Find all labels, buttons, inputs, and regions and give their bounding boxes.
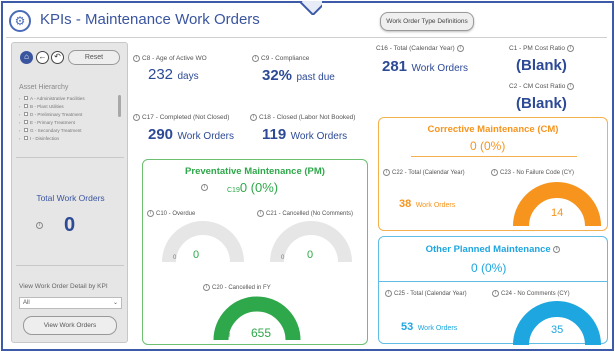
c9-label: i C9 - Compliance — [252, 55, 309, 62]
c21-label: i C21 - Cancelled (No Comments) — [257, 210, 353, 217]
info-icon[interactable]: i — [203, 284, 210, 291]
op-pct: 0 (0%) — [471, 261, 507, 275]
c2-label: C2 - CM Cost Ratio i — [509, 83, 575, 90]
cm-divider — [411, 156, 577, 157]
c23-value: 14 — [551, 207, 564, 219]
asset-item[interactable]: › I - Disinfection — [19, 134, 122, 142]
info-icon[interactable]: i — [133, 55, 140, 62]
cm-pct: 0 (0%) — [470, 139, 506, 153]
c21-min: 0 — [281, 255, 285, 261]
c20-value: 655 — [251, 326, 272, 340]
kpi-detail-select[interactable]: All ⌄ — [19, 297, 122, 309]
c18-label: i C18 - Closed (Labor Not Booked) — [250, 114, 355, 121]
checkbox[interactable] — [24, 96, 28, 100]
home-icon[interactable]: ⌂ — [20, 51, 33, 64]
c10-min: 0 — [173, 255, 177, 261]
cm-title: Corrective Maintenance (CM) — [427, 124, 559, 135]
pm-card: Preventative Maintenance (PM) i C190 (0%… — [142, 159, 368, 345]
c25-value: 53 Work Orders — [401, 321, 458, 333]
cm-card: Corrective Maintenance (CM) 0 (0%) i C22 … — [378, 117, 608, 231]
checkbox[interactable] — [24, 120, 28, 124]
c25-label: i C25 - Total (Calendar Year) — [385, 290, 467, 297]
asset-list-scrollbar[interactable] — [118, 95, 121, 117]
other-planned-card: Other Planned Maintenance i 0 (0%) i C25 … — [378, 236, 608, 345]
checkbox[interactable] — [24, 104, 28, 108]
c24-value: 35 — [551, 324, 564, 336]
c17-value: 290 Work Orders — [148, 126, 234, 143]
c22-value: 38 Work Orders — [399, 198, 456, 210]
info-icon[interactable]: i — [491, 169, 498, 176]
c20-label: i C20 - Cancelled in FY — [203, 284, 271, 291]
info-icon[interactable]: i — [383, 169, 390, 176]
info-icon[interactable]: i — [553, 245, 561, 253]
c1-value: (Blank) — [516, 57, 567, 74]
back-arrow-icon[interactable]: ← — [36, 51, 49, 64]
info-icon[interactable]: i — [250, 114, 257, 121]
c23-gauge — [513, 182, 601, 227]
c2-value: (Blank) — [516, 95, 567, 112]
c8-value: 232 days — [148, 66, 199, 83]
info-icon[interactable]: i — [385, 290, 392, 297]
c16-value: 281 Work Orders — [382, 58, 468, 75]
checkbox[interactable] — [24, 112, 28, 116]
c21-value: 0 — [307, 249, 314, 261]
info-icon[interactable]: i — [492, 290, 499, 297]
total-work-orders-label: Total Work Orders — [36, 193, 105, 203]
c10-label: i C10 - Overdue — [147, 210, 195, 217]
c8-label: i C8 - Age of Active WO — [133, 55, 207, 62]
reset-button[interactable]: Reset — [68, 50, 120, 65]
info-icon[interactable]: i — [201, 184, 208, 191]
asset-hierarchy-list[interactable]: › A - Administrative Facilities › B - Plan… — [19, 94, 122, 150]
checkbox[interactable] — [24, 136, 28, 140]
asset-item[interactable]: › G - Secondary Treatment — [19, 126, 122, 134]
info-icon[interactable]: i — [567, 45, 574, 52]
info-icon[interactable]: i — [133, 114, 140, 121]
filter-sidebar: ⌂ ← ↶ Reset Asset Hierarchy › A - Adminis… — [11, 42, 128, 343]
maintenance-icon: ⚙ — [9, 10, 31, 32]
info-icon[interactable]: i — [567, 83, 575, 90]
info-icon[interactable]: i — [147, 210, 154, 217]
asset-item[interactable]: › A - Administrative Facilities — [19, 94, 122, 102]
pm-c19: C190 (0%) — [227, 180, 279, 195]
info-icon[interactable]: i — [36, 222, 43, 229]
c18-value: 119 Work Orders — [262, 126, 348, 143]
page-title: KPIs - Maintenance Work Orders — [40, 11, 260, 28]
sidebar-divider — [16, 157, 124, 158]
info-icon[interactable]: i — [456, 45, 464, 52]
info-icon[interactable]: i — [252, 55, 259, 62]
asset-hierarchy-label: Asset Hierarchy — [19, 84, 69, 91]
c20-min: 0 — [227, 333, 231, 339]
gauge-track — [162, 221, 244, 263]
c1-label: C1 - PM Cost Ratio i — [509, 45, 574, 52]
c9-value: 32% past due — [262, 67, 335, 84]
undo-icon[interactable]: ↶ — [51, 51, 64, 64]
info-icon[interactable]: i — [257, 210, 264, 217]
op-title: Other Planned Maintenance i — [379, 244, 607, 255]
c16-label: C16 - Total (Calendar Year) i — [376, 45, 464, 52]
c24-gauge — [513, 301, 601, 345]
collapse-handle[interactable] — [300, 1, 322, 15]
view-work-orders-button[interactable]: View Work Orders — [23, 316, 117, 335]
checkbox[interactable] — [24, 128, 28, 132]
pm-title: Preventative Maintenance (PM) — [185, 166, 325, 177]
c22-label: i C22 - Total (Calendar Year) — [383, 169, 465, 176]
work-order-type-definitions-button[interactable]: Work Order Type Definitions — [380, 12, 474, 31]
sidebar-divider — [16, 265, 124, 266]
asset-item[interactable]: › B - Plant Utilities — [19, 102, 122, 110]
c10-value: 0 — [193, 249, 200, 261]
c17-label: i C17 - Completed (Not Closed) — [133, 114, 229, 121]
op-divider — [379, 281, 607, 282]
title-divider — [6, 37, 607, 38]
asset-item[interactable]: › E - Primary Treatment — [19, 118, 122, 126]
asset-item[interactable]: › D - Preliminary Treatment — [19, 110, 122, 118]
c24-label: i C24 - No Comments (CY) — [492, 290, 570, 297]
chevron-down-icon: ⌄ — [112, 300, 118, 306]
c23-label: i C23 - No Failure Code (CY) — [491, 169, 574, 176]
total-work-orders-value: 0 — [64, 214, 76, 236]
view-detail-label: View Work Order Detail by KPI — [19, 283, 108, 290]
